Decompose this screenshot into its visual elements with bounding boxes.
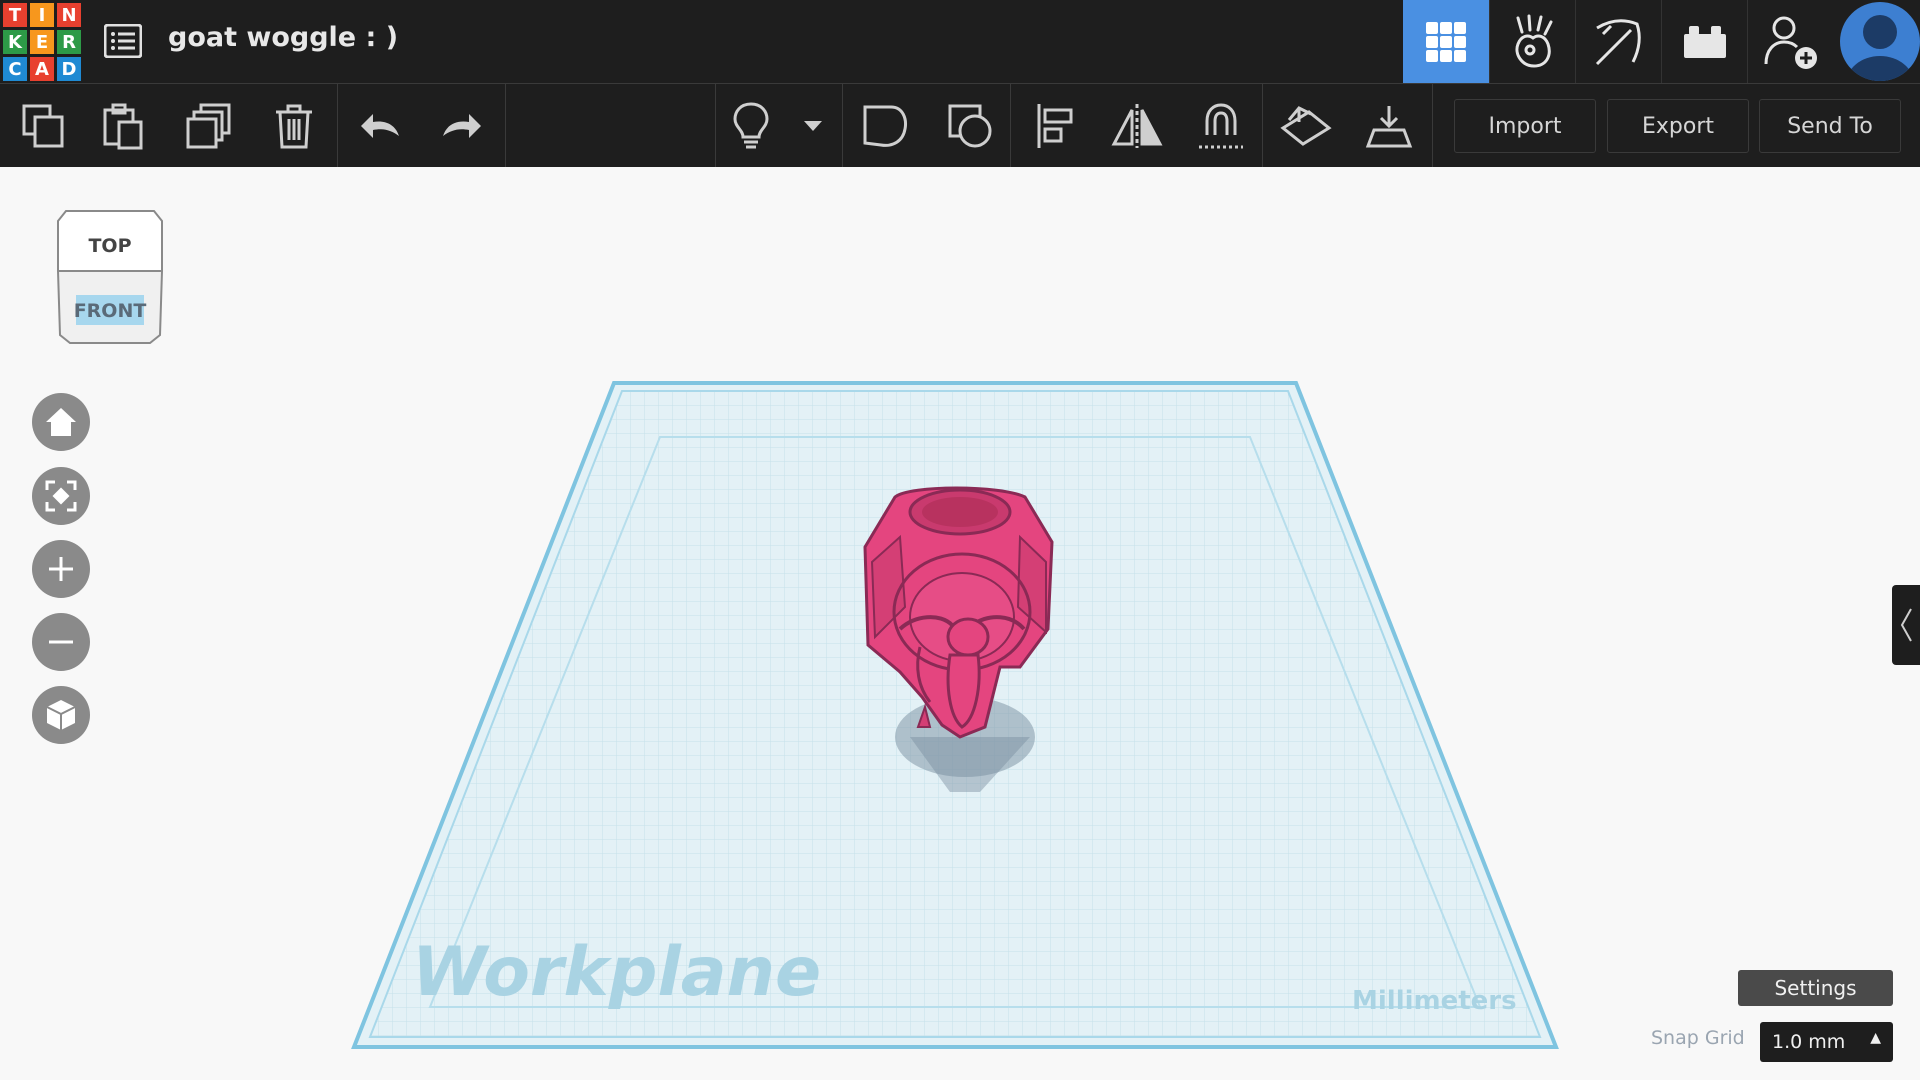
design-canvas[interactable]: Workplane Millimeters TOP FRONT Settings… xyxy=(0,167,1920,1080)
logo-letter: R xyxy=(57,30,81,54)
snap-grid-value: 1.0 mm xyxy=(1772,1031,1846,1053)
toolbar-divider xyxy=(842,84,843,168)
undo-icon xyxy=(361,114,399,138)
toolbar-divider xyxy=(1010,84,1011,168)
delete-button[interactable] xyxy=(263,84,325,168)
toolbar-divider xyxy=(715,84,716,168)
undo-button[interactable] xyxy=(350,84,412,168)
send-to-button[interactable]: Send To xyxy=(1759,99,1901,153)
view-cube-graphic: TOP FRONT xyxy=(56,210,164,344)
tinkercad-logo[interactable]: TIN KER CAD xyxy=(3,3,81,81)
redo-button[interactable] xyxy=(430,84,492,168)
tab-minecraft[interactable] xyxy=(1575,0,1661,83)
export-button[interactable]: Export xyxy=(1607,99,1749,153)
shapes-panel-toggle[interactable] xyxy=(1892,585,1920,665)
duplicate-button[interactable] xyxy=(178,84,240,168)
logo-letter: N xyxy=(57,3,81,27)
add-user-icon xyxy=(1764,16,1817,69)
cruise-button[interactable] xyxy=(1190,84,1252,168)
codeblocks-icon xyxy=(1515,14,1552,68)
view-cube-front-label: FRONT xyxy=(74,300,147,322)
logo-letter: E xyxy=(30,30,54,54)
toolbar-divider xyxy=(1262,84,1263,168)
logo-letter: T xyxy=(3,3,27,27)
settings-button[interactable]: Settings xyxy=(1738,970,1893,1006)
zoom-in-button[interactable] xyxy=(32,540,90,598)
import-button[interactable]: Import xyxy=(1454,99,1596,153)
caret-up-icon: ▲ xyxy=(1870,1030,1881,1046)
tab-codeblocks[interactable] xyxy=(1489,0,1575,83)
invite-user-button[interactable] xyxy=(1747,0,1833,83)
plus-icon xyxy=(49,557,73,581)
logo-letter: D xyxy=(57,57,81,81)
duplicate-icon xyxy=(186,103,231,149)
trash-icon xyxy=(276,104,312,149)
view-cube-top-label: TOP xyxy=(88,235,131,257)
home-view-button[interactable] xyxy=(32,393,90,451)
workplane-view: Workplane Millimeters xyxy=(351,381,1559,1049)
magnet-icon xyxy=(1199,103,1243,149)
logo-letter: I xyxy=(30,3,54,27)
user-avatar[interactable] xyxy=(1840,2,1920,81)
workplane-label: Workplane xyxy=(412,933,821,1012)
logo-letter: K xyxy=(3,30,27,54)
cube-icon xyxy=(46,700,76,730)
chevron-left-icon xyxy=(1900,608,1912,642)
ruler-button[interactable] xyxy=(1358,84,1420,168)
mode-tabs xyxy=(1403,0,1833,83)
edit-toolbar: Import Export Send To xyxy=(0,83,1920,168)
brick-icon xyxy=(1683,25,1726,58)
units-label: Millimeters xyxy=(1352,986,1517,1016)
tab-3d-design[interactable] xyxy=(1403,0,1489,83)
toolbar-divider xyxy=(505,84,506,168)
pickaxe-icon xyxy=(1595,18,1641,65)
zoom-out-button[interactable] xyxy=(32,613,90,671)
ungroup-button[interactable] xyxy=(940,84,1002,168)
minus-icon xyxy=(49,640,73,644)
toolbar-divider xyxy=(337,84,338,168)
list-icon xyxy=(104,24,142,58)
notes-button[interactable] xyxy=(720,84,782,168)
logo-letter: A xyxy=(30,57,54,81)
snap-grid-select[interactable]: 1.0 mm ▲ xyxy=(1760,1022,1893,1062)
ungroup-icon xyxy=(948,104,992,148)
workplane-button[interactable] xyxy=(1275,84,1337,168)
design-title[interactable]: goat woggle : ) xyxy=(168,22,398,53)
paste-button[interactable] xyxy=(92,84,154,168)
view-cube[interactable]: TOP FRONT xyxy=(50,209,170,349)
align-button[interactable] xyxy=(1024,84,1086,168)
copy-button[interactable] xyxy=(12,84,74,168)
ruler-icon xyxy=(1365,106,1413,148)
logo-letter: C xyxy=(3,57,27,81)
align-icon xyxy=(1037,104,1073,148)
top-bar: TIN KER CAD goat woggle : ) xyxy=(0,0,1920,83)
fit-view-icon xyxy=(45,480,77,512)
snap-grid-label: Snap Grid xyxy=(1651,1027,1745,1049)
workplane-icon xyxy=(1280,106,1332,146)
chevron-down-icon xyxy=(804,121,822,131)
toolbar-divider xyxy=(1432,84,1433,168)
home-icon xyxy=(46,408,76,436)
mirror-button[interactable] xyxy=(1106,84,1168,168)
redo-icon xyxy=(443,114,481,138)
avatar-icon xyxy=(1846,15,1914,81)
group-button[interactable] xyxy=(854,84,916,168)
mirror-icon xyxy=(1111,104,1163,148)
lightbulb-icon xyxy=(733,102,769,149)
copy-icon xyxy=(22,104,64,148)
fit-view-button[interactable] xyxy=(32,467,90,525)
paste-icon xyxy=(103,103,143,150)
perspective-button[interactable] xyxy=(32,686,90,744)
design-menu-button[interactable] xyxy=(103,22,143,60)
group-icon xyxy=(863,105,907,147)
tab-lego[interactable] xyxy=(1661,0,1747,83)
notes-dropdown-button[interactable] xyxy=(795,84,831,168)
grid-icon xyxy=(1426,21,1466,62)
